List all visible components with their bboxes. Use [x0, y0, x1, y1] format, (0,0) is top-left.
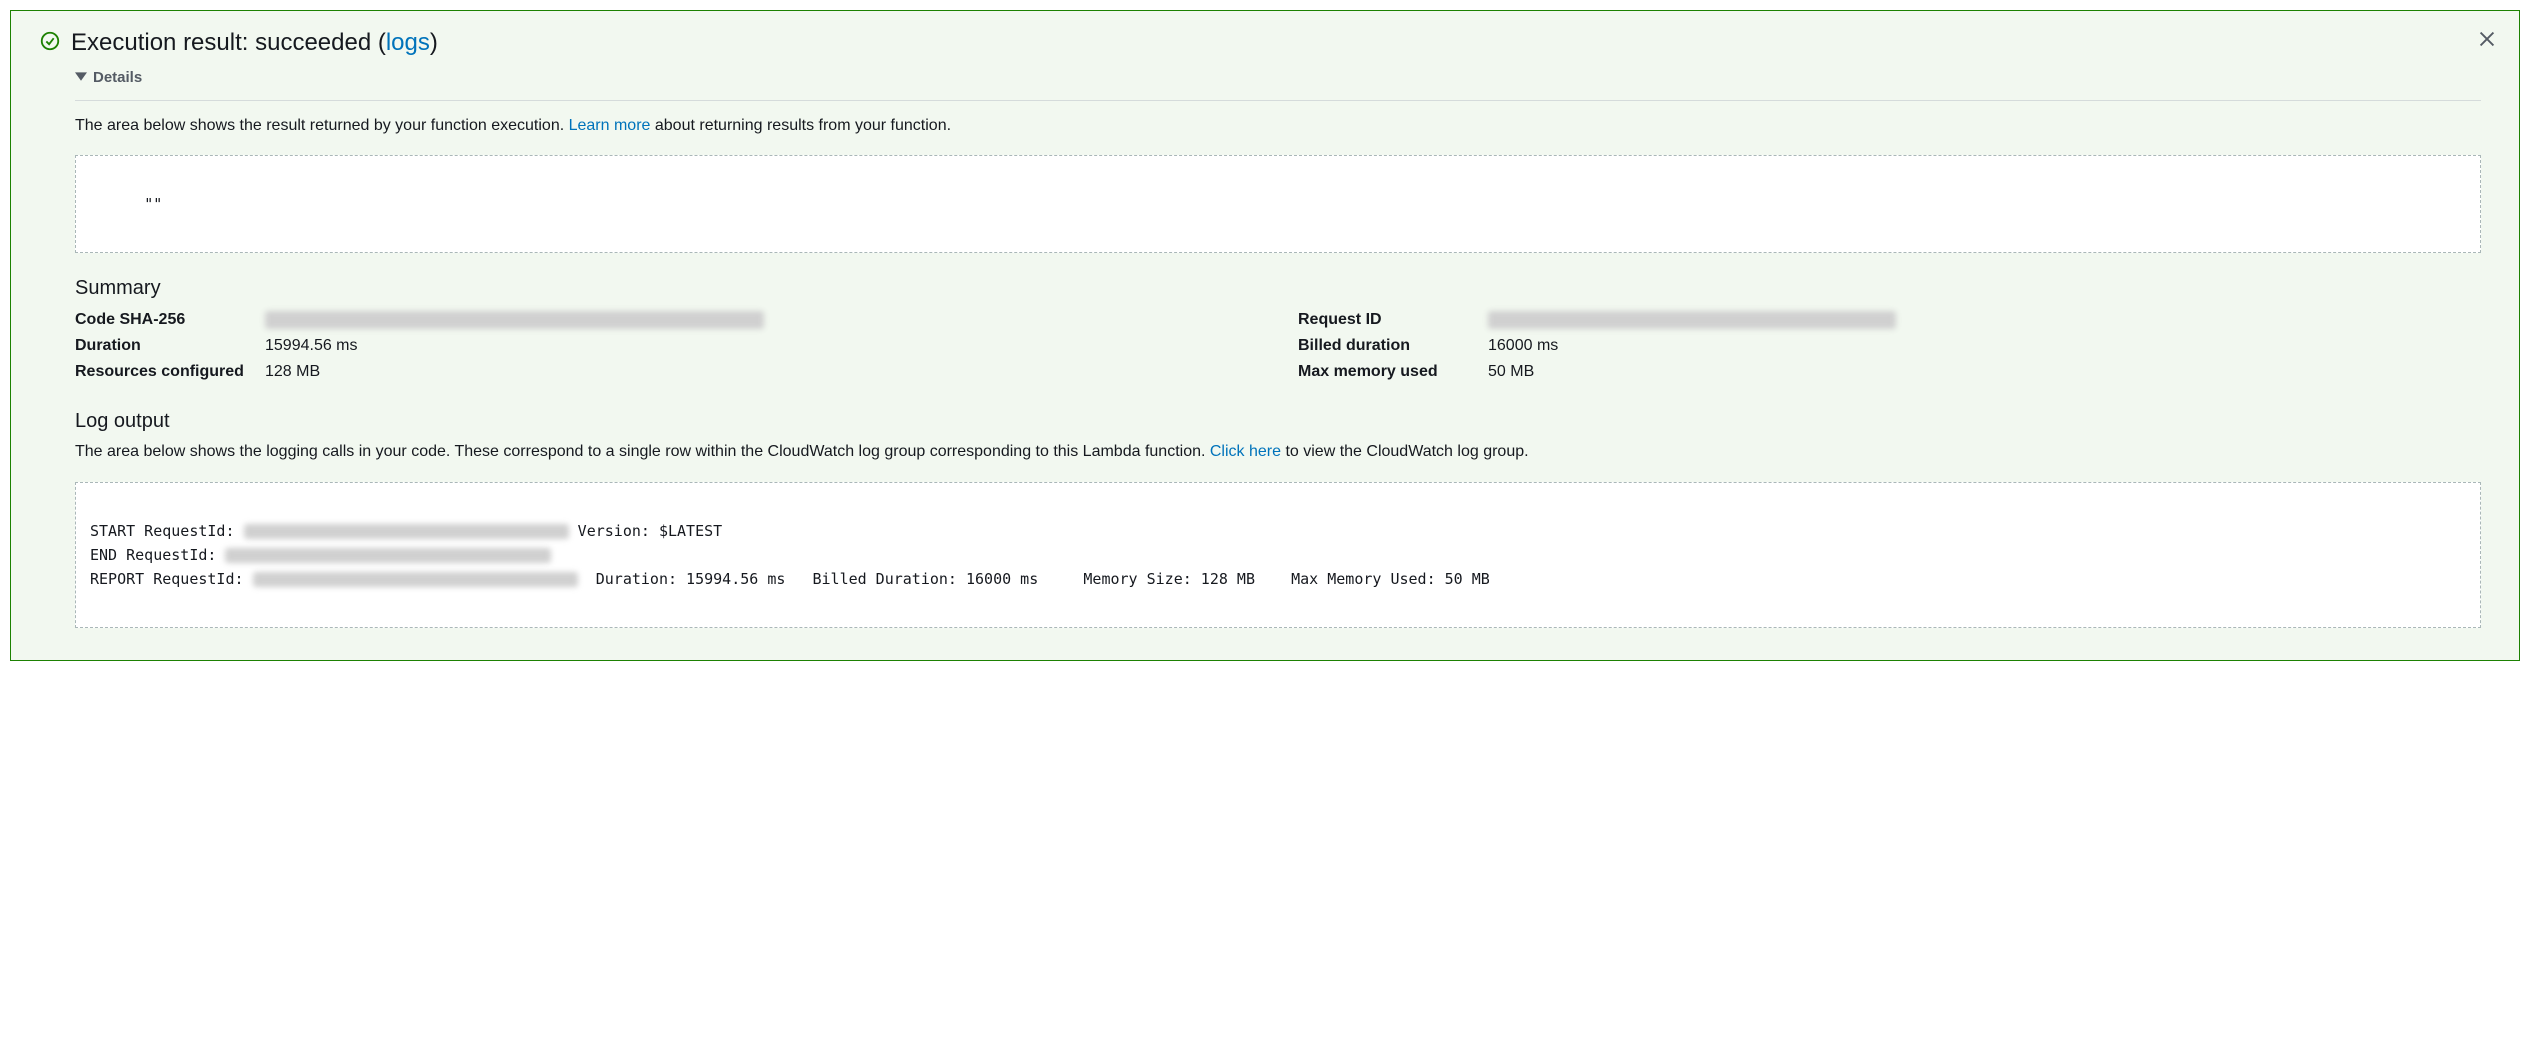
result-desc-text: The area below shows the result returned… — [75, 117, 569, 134]
summary-row-requestid: Request ID █████████████████████████████… — [1298, 308, 2481, 332]
panel-header: Execution result: succeeded (logs) — [39, 29, 2491, 57]
close-icon — [2476, 28, 2498, 50]
redacted-value: ████████████████████████████████████ — [244, 524, 569, 539]
click-here-link[interactable]: Click here — [1210, 443, 1281, 460]
summary-col-right: Request ID █████████████████████████████… — [1298, 308, 2481, 386]
log-report-tail: Duration: 15994.56 ms Billed Duration: 1… — [578, 570, 1490, 588]
log-output-box: START RequestId: ███████████████████████… — [75, 482, 2481, 628]
execution-result-panel: Execution result: succeeded (logs) Detai… — [10, 10, 2520, 661]
log-end-prefix: END RequestId: — [90, 546, 225, 564]
summary-row-billed: Billed duration 16000 ms — [1298, 334, 2481, 358]
summary-label: Code SHA-256 — [75, 308, 265, 332]
logs-link[interactable]: logs — [386, 29, 430, 56]
result-description: The area below shows the result returned… — [75, 115, 2481, 137]
summary-label: Duration — [75, 334, 265, 358]
panel-title: Execution result: succeeded (logs) — [71, 29, 438, 57]
title-prefix: Execution result: succeeded ( — [71, 29, 386, 56]
summary-value: ████████████████████████████████████████… — [265, 308, 764, 332]
summary-col-left: Code SHA-256 ███████████████████████████… — [75, 308, 1258, 386]
summary-value: 50 MB — [1488, 360, 1534, 384]
summary-row-sha: Code SHA-256 ███████████████████████████… — [75, 308, 1258, 332]
result-desc-text-after: about returning results from your functi… — [650, 117, 951, 134]
log-start-suffix: Version: $LATEST — [569, 522, 723, 540]
log-output-title: Log output — [75, 410, 2481, 433]
summary-value: 128 MB — [265, 360, 320, 384]
close-button[interactable] — [2473, 25, 2501, 53]
success-check-icon — [39, 30, 61, 57]
title-suffix: ) — [430, 29, 438, 56]
summary-row-duration: Duration 15994.56 ms — [75, 334, 1258, 358]
summary-label: Max memory used — [1298, 360, 1488, 384]
summary-grid: Code SHA-256 ███████████████████████████… — [75, 308, 2481, 386]
result-value: "" — [144, 195, 162, 213]
summary-label: Resources configured — [75, 360, 265, 384]
log-desc-text: The area below shows the logging calls i… — [75, 443, 1210, 460]
redacted-value: ████████████████████████████████████ — [225, 548, 550, 563]
result-value-box: "" — [75, 155, 2481, 253]
redacted-value: ████████████████████████████████████ — [253, 572, 578, 587]
summary-value: 16000 ms — [1488, 334, 1558, 358]
log-line-end: END RequestId: █████████████████████████… — [90, 546, 551, 564]
triangle-down-icon — [75, 69, 87, 86]
redacted-value: ████████████████████████████████████████… — [265, 311, 764, 329]
log-start-prefix: START RequestId: — [90, 522, 244, 540]
separator — [75, 100, 2481, 101]
summary-title: Summary — [75, 277, 2481, 300]
log-line-start: START RequestId: ███████████████████████… — [90, 522, 722, 540]
log-report-prefix: REPORT RequestId: — [90, 570, 253, 588]
summary-value: 15994.56 ms — [265, 334, 358, 358]
log-line-report: REPORT RequestId: ██████████████████████… — [90, 570, 1490, 588]
summary-row-maxmem: Max memory used 50 MB — [1298, 360, 2481, 384]
learn-more-link[interactable]: Learn more — [569, 117, 651, 134]
log-output-description: The area below shows the logging calls i… — [75, 441, 2481, 463]
summary-value: ████████████████████████████████████ — [1488, 308, 1896, 332]
log-desc-text-after: to view the CloudWatch log group. — [1281, 443, 1529, 460]
summary-row-resources: Resources configured 128 MB — [75, 360, 1258, 384]
details-toggle[interactable]: Details — [75, 69, 2481, 86]
summary-label: Request ID — [1298, 308, 1488, 332]
panel-content: Details The area below shows the result … — [39, 69, 2491, 628]
redacted-value: ████████████████████████████████████ — [1488, 311, 1896, 329]
details-label: Details — [93, 69, 142, 86]
summary-label: Billed duration — [1298, 334, 1488, 358]
